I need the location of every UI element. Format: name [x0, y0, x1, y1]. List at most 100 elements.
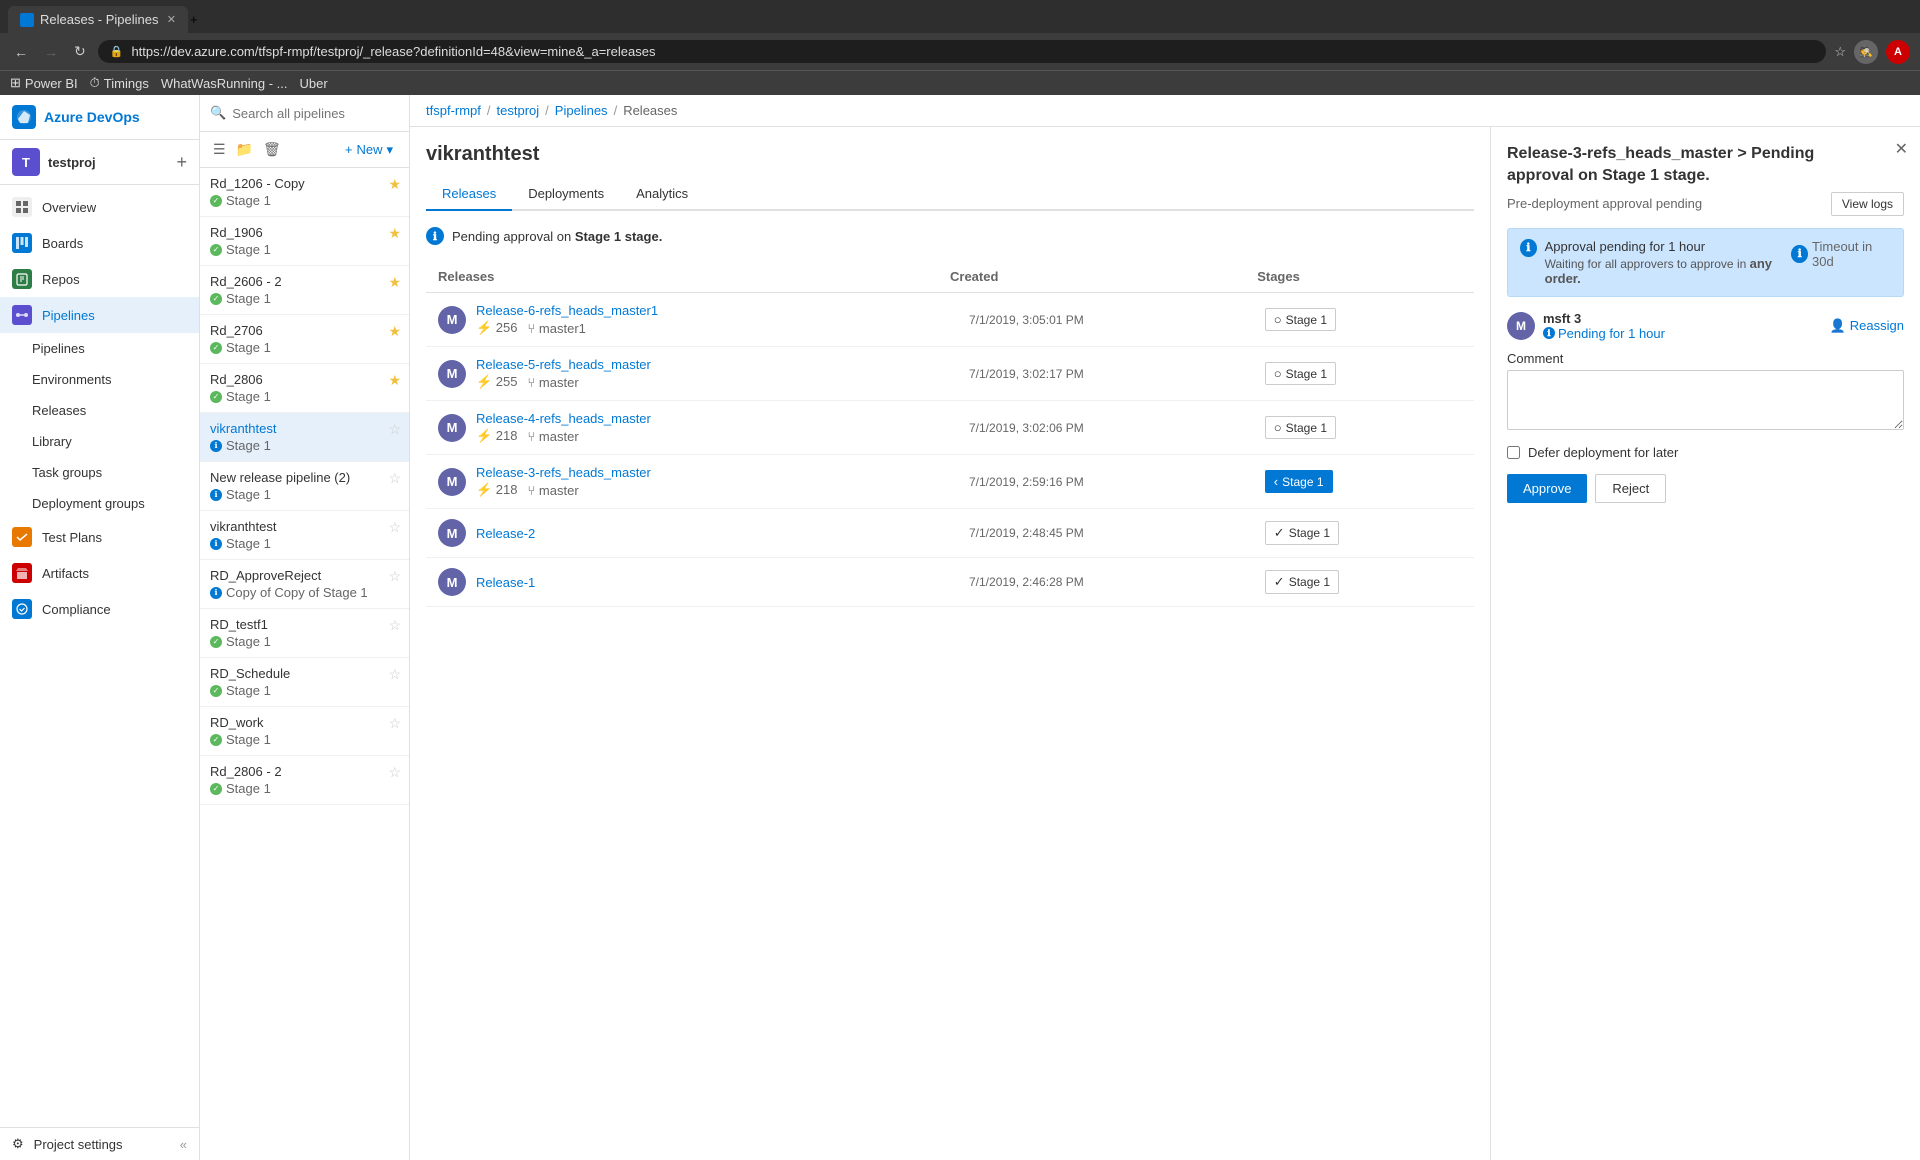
tab-releases[interactable]: Releases: [426, 178, 512, 211]
sidebar-item-boards[interactable]: Boards: [0, 225, 199, 261]
sidebar-item-releases[interactable]: Releases: [0, 395, 199, 426]
stage-status-icon: ✓: [210, 342, 222, 354]
release-name[interactable]: Release-3-refs_heads_master: [476, 465, 969, 480]
back-button[interactable]: ←: [10, 40, 32, 64]
close-tab-button[interactable]: ✕: [167, 13, 176, 26]
address-bar[interactable]: 🔒 https://dev.azure.com/tfspf-rmpf/testp…: [98, 40, 1827, 63]
star-icon[interactable]: ☆: [388, 519, 401, 536]
pipeline-entry[interactable]: New release pipeline (2) ℹ Stage 1 ☆: [200, 462, 409, 511]
pipeline-entry[interactable]: RD_ApproveReject ℹ Copy of Copy of Stage…: [200, 560, 409, 609]
release-name[interactable]: Release-2: [476, 526, 969, 541]
reload-button[interactable]: ↻: [70, 39, 90, 64]
sidebar-item-test-plans[interactable]: Test Plans: [0, 519, 199, 555]
stage-badge[interactable]: ○ Stage 1: [1265, 362, 1336, 385]
bookmark-whatwasrunning[interactable]: WhatWasRunning - ...: [161, 76, 288, 91]
comment-textarea[interactable]: [1507, 370, 1904, 430]
sidebar-project-settings[interactable]: ⚙ Project settings «: [0, 1127, 199, 1160]
reject-button[interactable]: Reject: [1595, 474, 1666, 503]
breadcrumb-pipelines[interactable]: Pipelines: [555, 103, 608, 118]
stage-badge[interactable]: ○ Stage 1: [1265, 416, 1336, 439]
star-icon[interactable]: ★: [388, 274, 401, 291]
pipeline-entry[interactable]: Rd_1906 ✓ Stage 1 ★: [200, 217, 409, 266]
defer-checkbox[interactable]: [1507, 446, 1520, 459]
release-name[interactable]: Release-5-refs_heads_master: [476, 357, 969, 372]
sidebar-item-pipelines-sub[interactable]: Pipelines: [0, 333, 199, 364]
approver-info: M msft 3 ℹ Pending for 1 hour: [1507, 311, 1665, 341]
pipeline-entry[interactable]: Rd_2606 - 2 ✓ Stage 1 ★: [200, 266, 409, 315]
bookmark-uber[interactable]: Uber: [300, 76, 328, 91]
sidebar-item-compliance[interactable]: Compliance: [0, 591, 199, 627]
pipeline-entry-name: vikranthtest: [210, 519, 399, 534]
star-icon[interactable]: ☆: [388, 470, 401, 487]
star-icon[interactable]: ☆: [388, 764, 401, 781]
new-pipeline-button[interactable]: + New ▾: [339, 139, 399, 161]
pipeline-entry[interactable]: vikranthtest ℹ Stage 1 ☆: [200, 413, 409, 462]
stage-badge[interactable]: ○ Stage 1: [1265, 308, 1336, 331]
stage-label: Stage 1: [226, 389, 271, 404]
sidebar-item-pipelines[interactable]: Pipelines: [0, 297, 199, 333]
approval-card-text: Approval pending for 1 hour Waiting for …: [1545, 239, 1792, 286]
view-logs-button[interactable]: View logs: [1831, 192, 1904, 216]
active-tab[interactable]: Releases - Pipelines ✕: [8, 6, 188, 33]
breadcrumb-project[interactable]: testproj: [497, 103, 540, 118]
stage-badge-icon: ○: [1274, 366, 1282, 381]
sidebar-item-artifacts[interactable]: Artifacts: [0, 555, 199, 591]
folder-view-button[interactable]: 📁: [233, 138, 256, 161]
pipeline-entry[interactable]: Rd_2706 ✓ Stage 1 ★: [200, 315, 409, 364]
collapse-icon[interactable]: «: [180, 1137, 187, 1152]
sidebar-item-overview[interactable]: Overview: [0, 189, 199, 225]
pipeline-entry[interactable]: vikranthtest ℹ Stage 1 ☆: [200, 511, 409, 560]
branch-name: ⑂ master: [528, 428, 579, 444]
approver-name: msft 3: [1543, 311, 1665, 326]
sidebar-item-repos[interactable]: Repos: [0, 261, 199, 297]
list-view-button[interactable]: ☰: [210, 138, 229, 161]
star-icon[interactable]: ☆: [388, 617, 401, 634]
stage-badge[interactable]: ✓ Stage 1: [1265, 521, 1339, 545]
pipeline-entry[interactable]: Rd_2806 ✓ Stage 1 ★: [200, 364, 409, 413]
user-avatar[interactable]: A: [1886, 40, 1910, 64]
delete-button[interactable]: 🗑: [260, 138, 284, 161]
stage-badge[interactable]: ✓ Stage 1: [1265, 570, 1339, 594]
bookmark-powerbi[interactable]: ⊞ Power BI: [10, 75, 78, 91]
release-created: 7/1/2019, 3:02:17 PM: [969, 367, 1265, 381]
pipeline-entry[interactable]: RD_work ✓ Stage 1 ☆: [200, 707, 409, 756]
star-icon[interactable]: ★: [388, 176, 401, 193]
star-icon[interactable]: ☆: [1834, 44, 1846, 60]
stage-badge[interactable]: ‹ Stage 1: [1265, 470, 1333, 493]
star-icon[interactable]: ★: [388, 323, 401, 340]
breadcrumb-current: Releases: [623, 103, 677, 118]
add-project-button[interactable]: +: [176, 153, 187, 171]
approval-card-right: ℹ Timeout in 30d: [1791, 239, 1891, 269]
sidebar-item-task-groups[interactable]: Task groups: [0, 457, 199, 488]
breadcrumb-org[interactable]: tfspf-rmpf: [426, 103, 481, 118]
sidebar-item-deployment-groups[interactable]: Deployment groups: [0, 488, 199, 519]
sidebar-item-library[interactable]: Library: [0, 426, 199, 457]
search-input[interactable]: [232, 106, 408, 121]
tab-deployments[interactable]: Deployments: [512, 178, 620, 211]
star-icon[interactable]: ☆: [388, 715, 401, 732]
forward-button[interactable]: →: [40, 40, 62, 64]
pipeline-entry[interactable]: Rd_1206 - Copy ✓ Stage 1 ★: [200, 168, 409, 217]
sidebar-item-environments[interactable]: Environments: [0, 364, 199, 395]
stage-badge-icon: ‹: [1274, 474, 1278, 489]
new-tab-button[interactable]: +: [190, 12, 198, 27]
star-icon[interactable]: ☆: [388, 666, 401, 683]
close-panel-button[interactable]: ✕: [1895, 139, 1908, 159]
star-icon[interactable]: ★: [388, 225, 401, 242]
release-meta: ⚡ 255 ⑂ master: [476, 374, 969, 390]
bookmark-timings[interactable]: ⏱ Timings: [90, 75, 149, 91]
pipeline-entry[interactable]: Rd_2806 - 2 ✓ Stage 1 ☆: [200, 756, 409, 805]
pipeline-entry[interactable]: RD_Schedule ✓ Stage 1 ☆: [200, 658, 409, 707]
sidebar-project[interactable]: T testproj +: [0, 140, 199, 185]
release-name[interactable]: Release-6-refs_heads_master1: [476, 303, 969, 318]
tab-analytics[interactable]: Analytics: [620, 178, 704, 211]
release-name[interactable]: Release-4-refs_heads_master: [476, 411, 969, 426]
pipeline-entry[interactable]: RD_testf1 ✓ Stage 1 ☆: [200, 609, 409, 658]
reassign-button[interactable]: 👤 Reassign: [1830, 318, 1904, 334]
release-name[interactable]: Release-1: [476, 575, 969, 590]
star-icon[interactable]: ★: [388, 372, 401, 389]
star-icon[interactable]: ☆: [388, 568, 401, 585]
sidebar-releases-label: Releases: [32, 403, 86, 418]
star-icon[interactable]: ☆: [388, 421, 401, 438]
approve-button[interactable]: Approve: [1507, 474, 1587, 503]
